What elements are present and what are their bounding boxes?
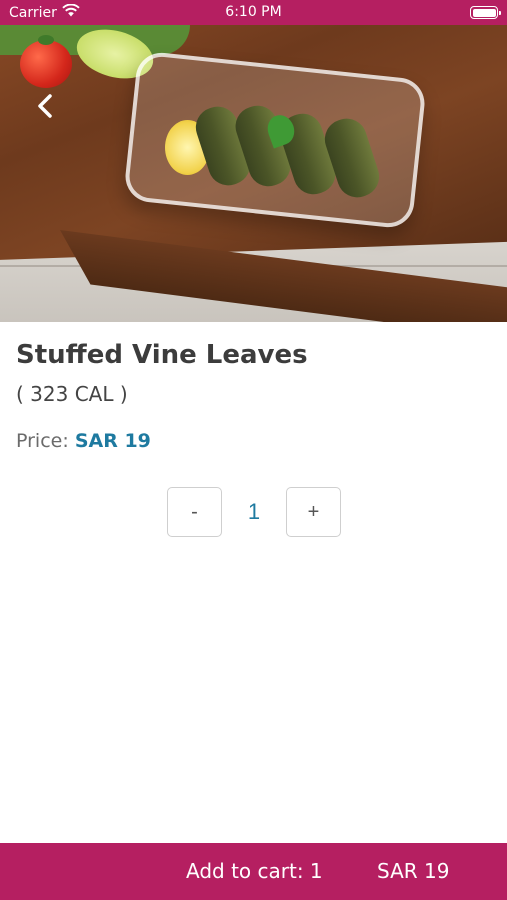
quantity-stepper: - 1 + <box>167 487 341 537</box>
add-to-cart-label: Add to cart: 1 <box>186 859 323 883</box>
back-button[interactable] <box>28 93 62 127</box>
calories-label: ( 323 CAL ) <box>16 382 128 406</box>
increase-quantity-button[interactable]: + <box>286 487 341 537</box>
product-title: Stuffed Vine Leaves <box>16 340 308 370</box>
decrease-quantity-button[interactable]: - <box>167 487 222 537</box>
price-value: SAR 19 <box>74 430 151 452</box>
product-image <box>0 25 507 322</box>
status-time: 6:10 PM <box>225 4 282 20</box>
quantity-value: 1 <box>247 499 261 524</box>
status-bar: Carrier 6:10 PM <box>0 0 507 25</box>
tomato <box>20 40 72 88</box>
cart-total: SAR 19 <box>377 859 450 883</box>
add-to-cart-button[interactable]: Add to cart: 1 SAR 19 <box>0 843 507 900</box>
price-label: Price: <box>16 430 69 452</box>
price-row: Price: SAR 19 <box>16 430 151 452</box>
battery-icon <box>470 6 501 19</box>
chevron-left-icon <box>35 92 55 127</box>
